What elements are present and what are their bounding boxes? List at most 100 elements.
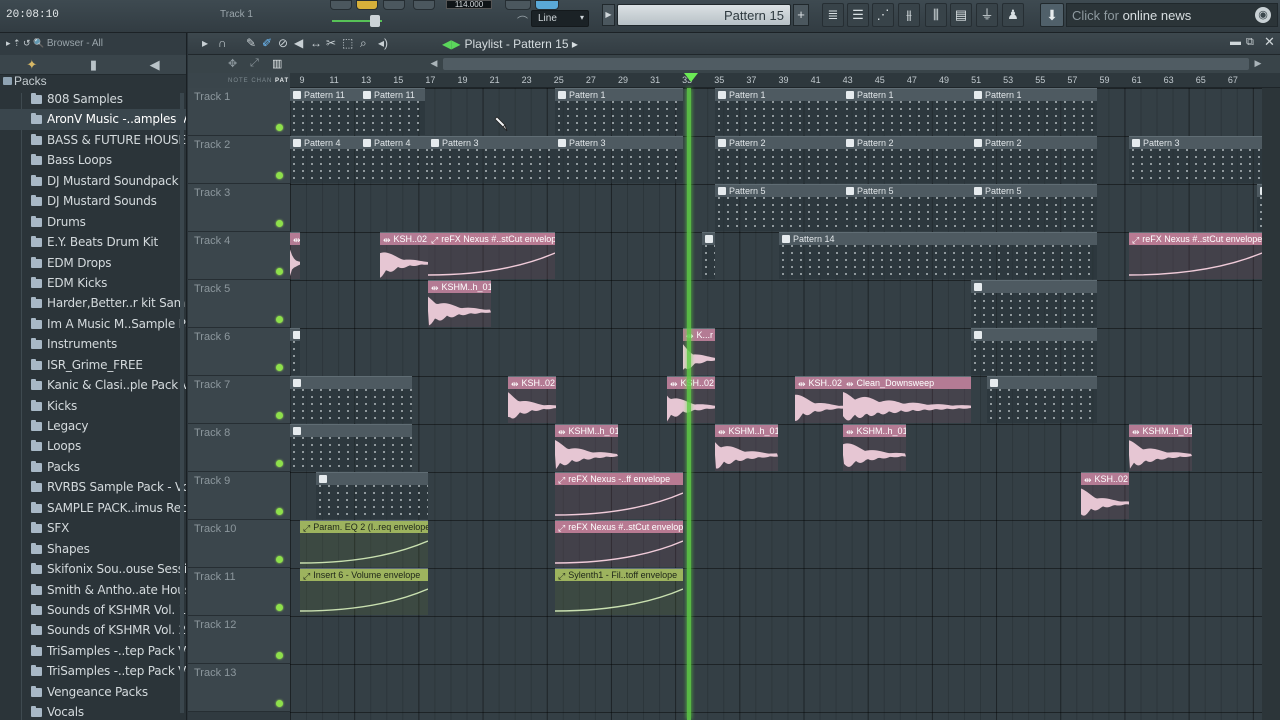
stop-button[interactable] (330, 0, 352, 10)
pattern-clip[interactable]: Pattern 4 (360, 136, 428, 183)
select-tool-icon[interactable]: ⬚ (342, 36, 353, 50)
master-pitch-knob[interactable] (370, 15, 380, 27)
pattern-clip[interactable]: Pattern 3 (1129, 136, 1262, 183)
browser-folder-item[interactable]: Sounds of KSHMR Vol. 2 (0, 620, 186, 640)
clip-caption[interactable] (316, 473, 428, 485)
clip-caption[interactable]: ⇹ KSH..02 (1081, 473, 1129, 485)
track-mute-led[interactable] (276, 652, 283, 659)
browser-header[interactable]: ▸ ⇡ ↺ 🔍 Browser - All (0, 33, 186, 55)
playback-tool-icon[interactable]: ◂) (378, 36, 388, 50)
track-name[interactable]: Track 9 (194, 475, 230, 487)
slice-tool-icon[interactable]: ✂ (326, 36, 336, 50)
clip-caption[interactable]: ⇹ KSHM..h_01 (715, 425, 778, 437)
close-icon[interactable]: ✕ (1264, 34, 1275, 50)
browser-folder-item[interactable]: Vengeance Packs (0, 682, 186, 702)
audio-clip[interactable]: ⇹ KSHM..h_01 (843, 424, 906, 471)
clip-caption[interactable]: ⤢ reFX Nexus -..ff envelope (555, 473, 683, 485)
clip-caption[interactable]: ⇹ (290, 233, 300, 245)
browser-folder-item[interactable]: Smith & Antho..ate House Kit (0, 580, 186, 600)
online-news-bar[interactable]: Click for online news ◉ (1066, 3, 1278, 27)
browser-folder-item[interactable]: Harder,Better..r kit Samples (0, 293, 186, 313)
audio-clip[interactable]: ⇹ (290, 232, 300, 279)
track-name[interactable]: Track 4 (194, 235, 230, 247)
clip-caption[interactable]: ⤢ Param. EQ 2 (I..req envelope (300, 521, 428, 533)
zoom-tool-icon[interactable]: ⌕ (360, 36, 367, 51)
clip-caption[interactable]: Pattern 2 (971, 137, 1097, 149)
audio-clip[interactable]: ⇹ KSHM..h_01 (1129, 424, 1192, 471)
track-mute-led[interactable] (276, 220, 283, 227)
browser-folder-item[interactable]: Kicks (0, 396, 186, 416)
snap-select[interactable]: Line ▾ (531, 10, 589, 27)
clip-caption[interactable]: Pattern 3 (1129, 137, 1262, 149)
clip-caption[interactable]: Pattern 1 (971, 89, 1097, 101)
track-name[interactable]: Track 1 (194, 91, 230, 103)
automation-clip[interactable]: ⤢ reFX Nexus #..stCut envelope (428, 232, 555, 279)
pattern-clip[interactable]: Pattern 3 (555, 136, 683, 183)
browser-folder-item[interactable]: Sounds of KSHMR Vol. 1 (0, 600, 186, 620)
pattern-clip[interactable] (987, 376, 1097, 423)
pattern-clip[interactable] (971, 280, 1097, 327)
track-header[interactable]: Track 1 (188, 88, 290, 136)
timeline-ruler[interactable]: 9 11 13 15 17 19 21 23 25 27 29 31 33 35 37 39 41 43 45 47 4… (290, 73, 1280, 88)
audio-clip[interactable]: ⇹ KSHM..h_01 (715, 424, 778, 471)
pattern-clip[interactable] (290, 328, 300, 375)
browser-scrollbar[interactable] (180, 93, 184, 713)
track-name[interactable]: Track 10 (194, 523, 236, 535)
globe-icon[interactable]: ◉ (1255, 7, 1271, 23)
clip-caption[interactable]: ⇹ KSHM..h_01 (428, 281, 491, 293)
plugin-plug-icon[interactable]: ⏚ (976, 3, 998, 27)
clip-caption[interactable]: Pattern 5 (843, 185, 971, 197)
maximize-icon[interactable]: ⧉ (1246, 36, 1254, 49)
mic-icon[interactable]: ♟ (1002, 3, 1024, 27)
metronome-button[interactable] (505, 0, 531, 10)
track-header[interactable]: Track 7 (188, 376, 290, 424)
draw-tool-icon[interactable]: ✎ (246, 36, 256, 50)
clip-caption[interactable]: ⤢ reFX Nexus #..stCut envelope (428, 233, 555, 245)
playhead-marker[interactable] (684, 73, 698, 82)
track-header[interactable]: Track 2 (188, 136, 290, 184)
track-name[interactable]: Track 2 (194, 139, 230, 151)
browser-folder-item[interactable]: ISR_Grime_FREE (0, 355, 186, 375)
paint-tool-icon[interactable]: ✐ (262, 36, 272, 50)
browser-folder-item[interactable]: EDM Kicks (0, 273, 186, 293)
browser-folder-item[interactable]: Shapes (0, 539, 186, 559)
audio-clip[interactable]: ⇹ KSH..02 (380, 232, 428, 279)
clip-caption[interactable]: ⤢ Sylenth1 - Fil..toff envelope (555, 569, 683, 581)
track-name[interactable]: Track 8 (194, 427, 230, 439)
pattern-clip[interactable]: Pattern 2 (715, 136, 843, 183)
track-mute-led[interactable] (276, 460, 283, 467)
clip-caption[interactable]: Pattern 1 (843, 89, 971, 101)
pattern-clip[interactable]: Pattern 14 (779, 232, 1097, 279)
clip-caption[interactable]: Pattern 4 (360, 137, 428, 149)
play-button[interactable] (356, 0, 378, 10)
slip-tool-icon[interactable]: ↔ (310, 36, 322, 50)
clip-caption[interactable]: Pattern 14 (779, 233, 1097, 245)
pattern-clip[interactable]: Pattern 1 (555, 88, 683, 135)
clip-caption[interactable] (971, 329, 1097, 341)
playlist-view-icon[interactable]: ≣ (822, 3, 844, 27)
audio-clip[interactable]: ⇹ KSH..02 (795, 376, 843, 423)
track-mute-led[interactable] (276, 508, 283, 515)
pattern-clip[interactable]: Pattern 11 (360, 88, 425, 135)
browser-folder-item[interactable]: Loops (0, 436, 186, 456)
pattern-clip[interactable]: Pattern 2 (843, 136, 971, 183)
browser-folder-item[interactable]: E.Y. Beats Drum Kit (0, 232, 186, 252)
clip-caption[interactable]: Pattern 3 (428, 137, 555, 149)
clip-caption[interactable]: Pattern 11 (360, 89, 425, 101)
pattern-clip[interactable]: Pattern 4 (290, 136, 360, 183)
channel-rack-icon[interactable]: ☰ (847, 3, 869, 27)
clip-caption[interactable] (290, 329, 300, 341)
arrangement-grid[interactable]: Pattern 11 Pattern 11 Pattern 1 Pattern 1 Pa… (290, 88, 1262, 720)
document-icon[interactable]: ▮ (90, 57, 97, 73)
browser-folder-item[interactable]: SFX (0, 518, 186, 538)
clip-caption[interactable]: Pattern 11 (290, 89, 360, 101)
clip-caption[interactable]: Pattern 4 (290, 137, 360, 149)
mute-tool-icon[interactable]: ◀ (294, 36, 303, 50)
track-header[interactable]: Track 3 (188, 184, 290, 232)
clip-caption[interactable] (290, 425, 412, 437)
playlist-menu-arrow-icon[interactable]: ▸ (202, 36, 208, 50)
browser-folder-item[interactable]: Skifonix Sou..ouse Sessions (0, 559, 186, 579)
move-icon[interactable]: ✥ (228, 57, 237, 70)
pattern-clip[interactable] (290, 376, 412, 423)
pattern-clip[interactable] (971, 328, 1097, 375)
